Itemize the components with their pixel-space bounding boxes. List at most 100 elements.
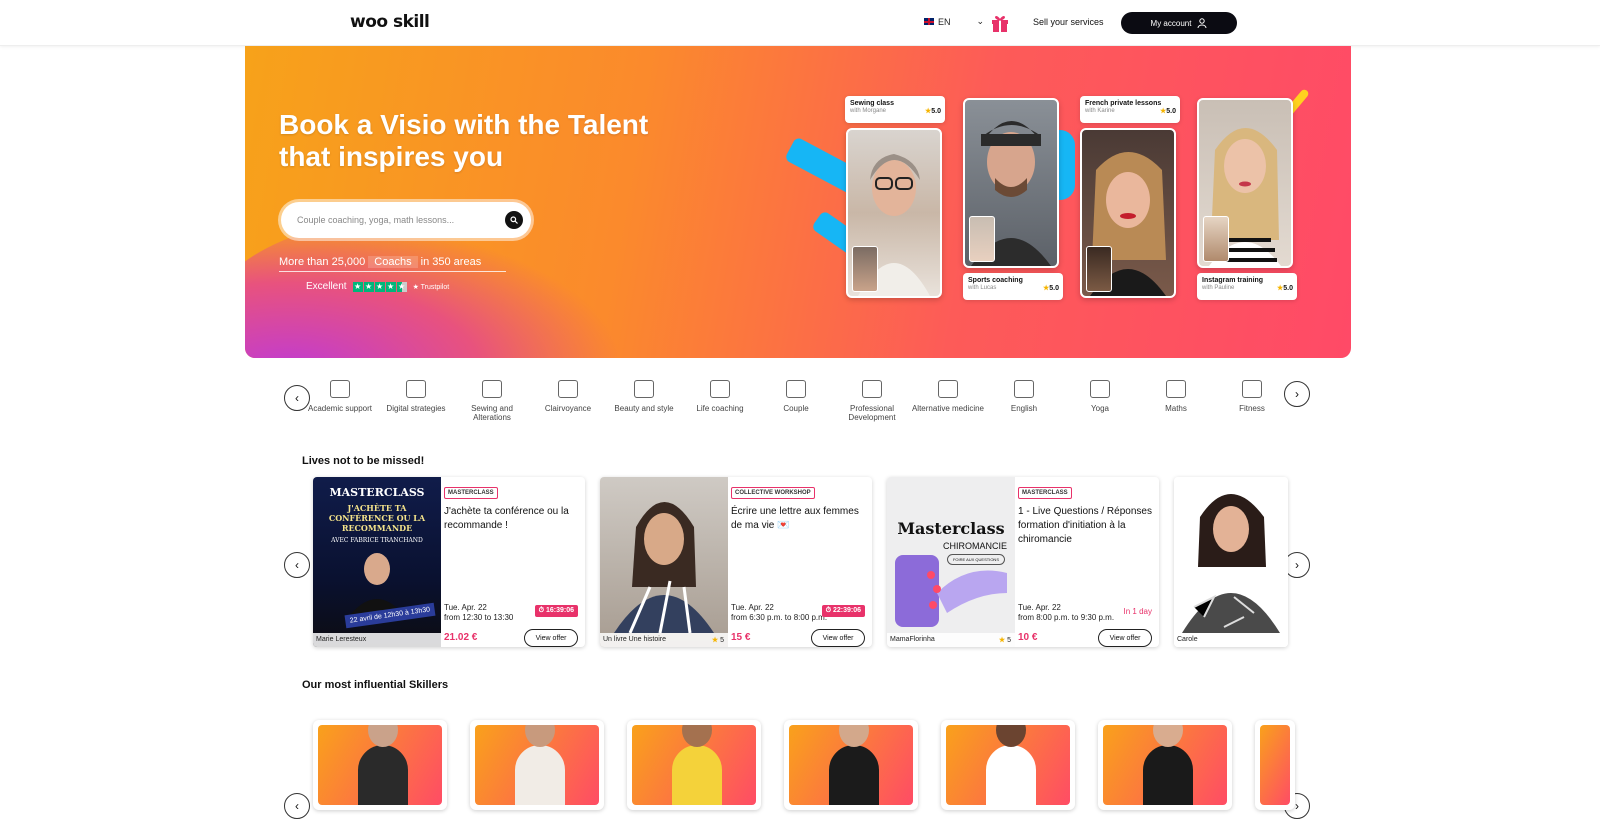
skiller-photo [946, 725, 1070, 805]
trust-label: Excellent [306, 281, 347, 292]
poster-heading: Masterclass [897, 519, 1005, 538]
skiller-card[interactable] [1098, 720, 1232, 810]
video-card-sewing[interactable] [846, 128, 942, 298]
trustpilot-stars: ★ ★ ★ ★ ★ [352, 281, 407, 292]
category-1[interactable]: Academic support [302, 380, 378, 413]
skiller-card[interactable] [313, 720, 447, 810]
category-6[interactable]: Life coaching [682, 380, 758, 413]
sell-services-link[interactable]: Sell your services [1033, 17, 1104, 27]
category-label: Beauty and style [614, 404, 674, 413]
skiller-card[interactable] [627, 720, 761, 810]
chevron-left-icon: ‹ [295, 391, 299, 405]
poster-subtitle: J'ACHÈTE TA CONFÉRENCE OU LA RECOMMANDE [328, 503, 426, 533]
skiller-card[interactable] [941, 720, 1075, 810]
live-date: Tue. Apr. 22 from 8:00 p.m. to 9:30 p.m. [1018, 603, 1115, 622]
digital-icon [406, 380, 426, 398]
skillers-prev-button[interactable]: ‹ [284, 793, 310, 819]
skiller-photo [1103, 725, 1227, 805]
category-label: Maths [1165, 404, 1187, 413]
dumbbell-icon [1242, 380, 1262, 398]
live-date: Tue. Apr. 22 from 12:30 to 13:30 [444, 603, 514, 622]
live-card[interactable]: Masterclass CHIROMANCIE FOIRE AUX QUESTI… [887, 477, 1159, 647]
host-name: Un livre Une histoire [603, 636, 667, 643]
pip-thumbnail [1086, 246, 1112, 292]
video-card-french[interactable] [1080, 128, 1176, 298]
couple-icon [786, 380, 806, 398]
live-card-partial[interactable]: Carole [1174, 477, 1288, 647]
category-2[interactable]: Digital strategies [378, 380, 454, 413]
category-10[interactable]: English [986, 380, 1062, 413]
category-7[interactable]: Couple [758, 380, 834, 413]
calculator-icon [1166, 380, 1186, 398]
category-9[interactable]: Alternative medicine [910, 380, 986, 413]
chevron-left-icon: ‹ [295, 558, 299, 572]
masterclass-poster: MASTERCLASS J'ACHÈTE TA CONFÉRENCE OU LA… [313, 477, 441, 647]
host-bar: Un livre Une histoire ★ 5 [600, 633, 728, 647]
skiller-photo [632, 725, 756, 805]
lives-heading: Lives not to be missed! [302, 455, 425, 467]
brushes-icon [634, 380, 654, 398]
my-account-button[interactable]: My account [1121, 12, 1237, 34]
category-11[interactable]: Yoga [1062, 380, 1138, 413]
view-offer-button[interactable]: View offer [524, 629, 578, 647]
trustpilot-brand: ★ Trustpilot [412, 283, 450, 291]
category-label: Professional Development [848, 404, 896, 422]
live-price: 15 € [731, 632, 751, 643]
live-photo [1174, 477, 1288, 647]
live-card[interactable]: Un livre Une histoire ★ 5 COLLECTIVE WORK… [600, 477, 872, 647]
coach-stats: More than 25,000 Coachs in 350 areas [279, 256, 506, 272]
live-photo [600, 477, 728, 647]
lives-prev-button[interactable]: ‹ [284, 552, 310, 578]
skiller-card[interactable] [784, 720, 918, 810]
category-4[interactable]: Clairvoyance [530, 380, 606, 413]
skillers-heading: Our most influential Skillers [302, 679, 449, 691]
trustpilot-rating[interactable]: Excellent ★ ★ ★ ★ ★ ★ Trustpilot [306, 281, 449, 292]
uk-flag-icon [924, 18, 934, 25]
language-label: EN [938, 16, 951, 27]
video-card-sports[interactable] [963, 98, 1059, 268]
skiller-card[interactable] [470, 720, 604, 810]
top-navigation-bar: woo skill EN ⌄ Sell your services My acc… [0, 0, 1600, 46]
books-icon [330, 380, 350, 398]
sewing-machine-icon [482, 380, 502, 398]
hero-banner: Book a Visio with the Talent that inspir… [245, 46, 1351, 358]
view-offer-button[interactable]: View offer [1098, 629, 1152, 647]
live-date: Tue. Apr. 22 from 6:30 p.m. to 8:00 p.m. [731, 603, 828, 622]
language-selector[interactable]: EN ⌄ [924, 16, 984, 27]
pip-thumbnail [852, 246, 878, 292]
category-12[interactable]: Maths [1138, 380, 1214, 413]
category-13[interactable]: Fitness [1214, 380, 1290, 413]
live-card[interactable]: MASTERCLASS J'ACHÈTE TA CONFÉRENCE OU LA… [313, 477, 585, 647]
woo-skill-logo[interactable]: woo skill [350, 12, 430, 32]
handshake-icon [710, 380, 730, 398]
category-label: Alternative medicine [911, 404, 985, 413]
person-photo [614, 502, 714, 634]
category-5[interactable]: Beauty and style [606, 380, 682, 413]
search-input[interactable]: Couple coaching, yoga, math lessons... [297, 215, 454, 225]
skiller-photo [318, 725, 442, 805]
poster-subtitle: CHIROMANCIE [942, 541, 1007, 551]
gift-icon[interactable] [990, 13, 1010, 33]
chiromancie-poster: Masterclass CHIROMANCIE FOIRE AUX QUESTI… [887, 477, 1015, 647]
search-bar[interactable]: Couple coaching, yoga, math lessons... [281, 202, 531, 238]
chevron-right-icon: › [1295, 799, 1299, 813]
stats-suffix: in 350 areas [420, 256, 482, 268]
view-offer-button[interactable]: View offer [811, 629, 865, 647]
category-8[interactable]: Professional Development [834, 380, 910, 422]
chevron-right-icon: › [1295, 387, 1299, 401]
mortar-icon [938, 380, 958, 398]
category-label: Clairvoyance [544, 404, 592, 413]
video-tag-sports: Sports coaching with Lucas ★5.0 [963, 273, 1063, 300]
search-icon [510, 216, 518, 224]
live-price: 21.02 € [444, 632, 478, 643]
search-button[interactable] [505, 211, 523, 229]
live-type-badge: MASTERCLASS [444, 487, 498, 499]
uk-flag-icon [1014, 380, 1034, 398]
category-label: Couple [783, 404, 809, 413]
my-account-label: My account [1150, 18, 1192, 28]
category-label: English [1010, 404, 1038, 413]
skiller-photo [475, 725, 599, 805]
skiller-card[interactable] [1255, 720, 1295, 810]
video-card-instagram[interactable] [1197, 98, 1293, 268]
category-3[interactable]: Sewing and Alterations [454, 380, 530, 422]
